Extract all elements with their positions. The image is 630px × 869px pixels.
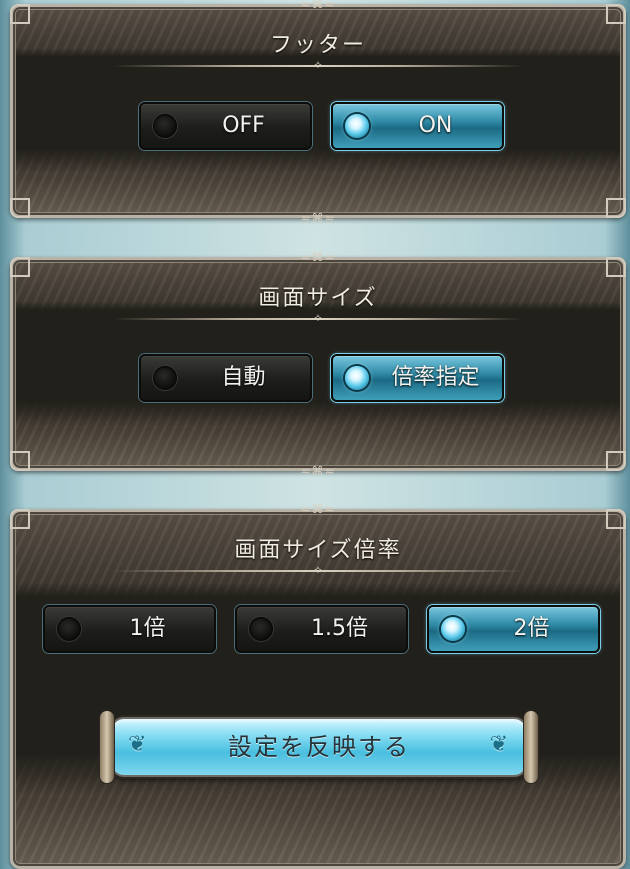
frame-corner — [10, 257, 30, 277]
frame-corner — [10, 509, 30, 529]
footer-on-option[interactable]: ON — [331, 102, 504, 150]
flourish-ornament-icon: ≈⌘≈ — [300, 250, 336, 264]
option-label: 自動 — [221, 365, 266, 390]
footer-panel: ≈⌘≈ ≈⌘≈ フッター ⟡ OFF ON — [10, 0, 626, 224]
option-label: 1倍 — [129, 616, 166, 641]
screen-size-scale-option[interactable]: 倍率指定 — [331, 354, 504, 402]
option-label: ON — [418, 113, 453, 138]
flourish-ornament-icon: ❦ — [128, 732, 149, 757]
radio-selected-icon — [345, 114, 369, 138]
button-end-cap — [100, 711, 114, 783]
apply-button-label: 設定を反映する — [228, 733, 410, 761]
option-label: 倍率指定 — [391, 365, 480, 390]
radio-unselected-icon — [153, 114, 177, 138]
option-label: OFF — [222, 113, 265, 138]
radio-unselected-icon — [153, 366, 177, 390]
footer-title: フッター — [269, 33, 366, 58]
scale-1x-option[interactable]: 1倍 — [43, 605, 216, 653]
flourish-ornament-icon: ⟡ — [314, 563, 322, 576]
screen-size-panel: ≈⌘≈ ≈⌘≈ 画面サイズ ⟡ 自動 倍率指定 — [10, 251, 626, 477]
footer-off-option[interactable]: OFF — [139, 102, 312, 150]
frame-corner — [606, 509, 626, 529]
button-end-cap — [524, 711, 538, 783]
radio-unselected-icon — [57, 617, 81, 641]
screen-size-title: 画面サイズ — [258, 286, 378, 311]
screen-scale-panel: ≈⌘≈ 画面サイズ倍率 ⟡ 1倍 1.5倍 2倍 — [10, 503, 626, 869]
flourish-ornament-icon: ⟡ — [314, 58, 322, 71]
frame-corner — [606, 4, 626, 24]
frame-corner — [606, 257, 626, 277]
screen-scale-title: 画面サイズ倍率 — [234, 538, 402, 563]
frame-corner — [10, 198, 30, 218]
frame-corner — [10, 451, 30, 471]
flourish-ornament-icon: ❦ — [489, 732, 510, 757]
frame-corner — [10, 4, 30, 24]
flourish-ornament-icon: ≈⌘≈ — [300, 0, 336, 11]
option-label: 1.5倍 — [311, 616, 368, 641]
radio-selected-icon — [345, 366, 369, 390]
flourish-ornament-icon: ≈⌘≈ — [300, 211, 336, 225]
apply-settings-button[interactable]: ❦ ❦ 設定を反映する — [100, 711, 538, 783]
radio-unselected-icon — [249, 617, 273, 641]
option-label: 2倍 — [513, 616, 550, 641]
frame-corner — [606, 451, 626, 471]
scale-2x-option[interactable]: 2倍 — [427, 605, 600, 653]
flourish-ornament-icon: ≈⌘≈ — [300, 502, 336, 516]
frame-corner — [606, 198, 626, 218]
scale-1-5x-option[interactable]: 1.5倍 — [235, 605, 408, 653]
radio-selected-icon — [441, 617, 465, 641]
flourish-ornament-icon: ⟡ — [314, 311, 322, 324]
flourish-ornament-icon: ≈⌘≈ — [300, 464, 336, 478]
screen-size-auto-option[interactable]: 自動 — [139, 354, 312, 402]
